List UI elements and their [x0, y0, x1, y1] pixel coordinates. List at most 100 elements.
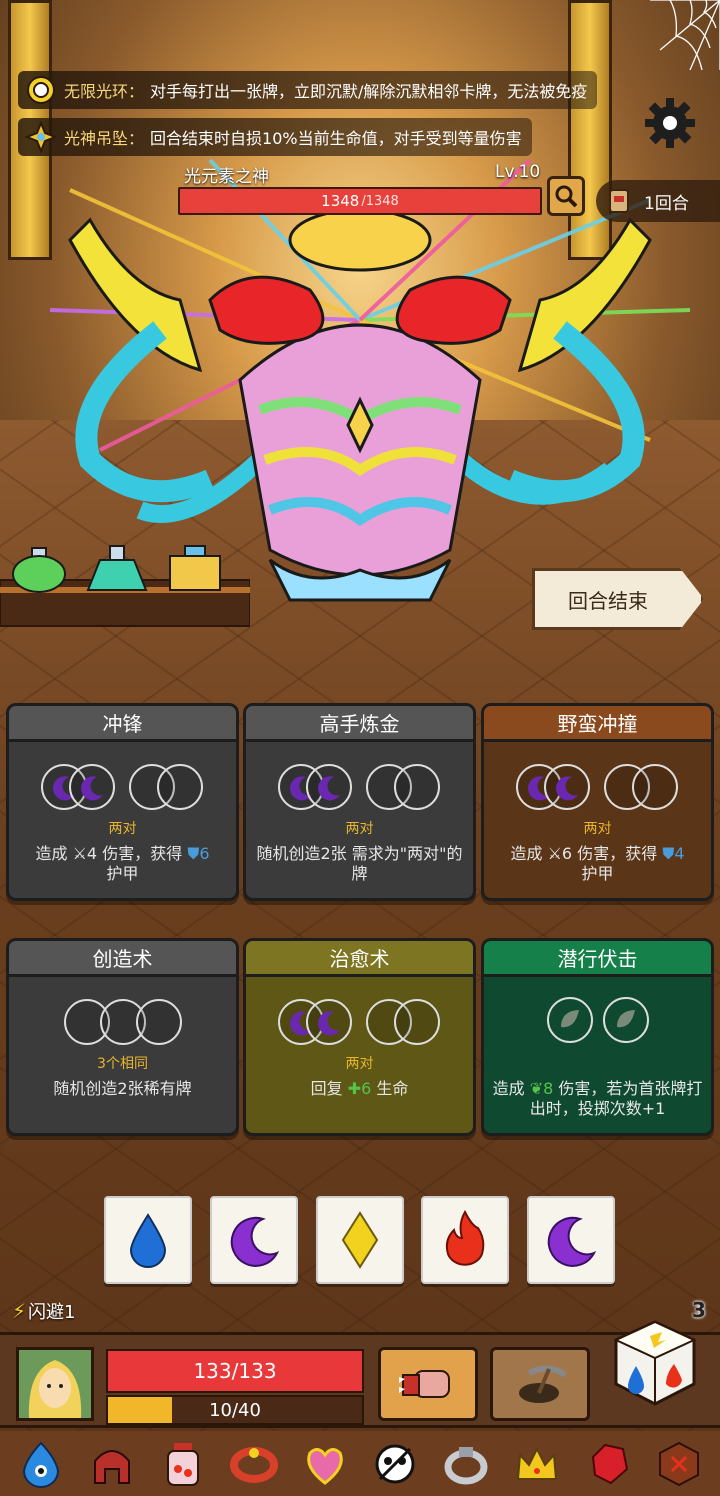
skill-fist-button[interactable]	[378, 1347, 478, 1421]
filled-pair-slot	[515, 762, 592, 812]
buff-description: 回合结束时自损10%当前生命值，对手受到等量伤害	[150, 129, 522, 148]
dodge-label: 闪避1	[28, 1302, 76, 1323]
heart-amulet-icon[interactable]	[297, 1436, 353, 1492]
dice-slots	[9, 997, 236, 1047]
leaf-slot	[602, 997, 649, 1043]
leaf-icon	[616, 1010, 635, 1028]
boss-hp-bar: 1348 /1348	[178, 187, 542, 215]
filled-pair-slot	[277, 762, 354, 812]
card-requirement: 两对	[108, 821, 137, 837]
card-title: 创造术	[9, 941, 236, 977]
empty-pair-slot	[128, 762, 205, 812]
shield-icon: ⛊	[662, 844, 675, 863]
card-title: 潜行伏击	[484, 941, 711, 977]
card-description: 随机创造2张 需求为"两对"的牌	[256, 844, 463, 883]
card-charge[interactable]: 冲锋 两对 造成 ⚔4 伤害，获得 ⛊6 护甲	[6, 703, 239, 901]
diamond-icon	[341, 1211, 379, 1269]
round-counter: 1回合	[596, 180, 720, 222]
card-title: 野蛮冲撞	[484, 706, 711, 742]
card-savage-charge[interactable]: 野蛮冲撞 两对 造成 ⚔6 伤害，获得 ⛊4 护甲	[481, 703, 714, 901]
card-healing[interactable]: 治愈术 两对 回复 ✚6 生命	[243, 938, 476, 1136]
moon-icon	[555, 776, 578, 801]
teal-potion-icon	[86, 545, 148, 591]
empty-pair-slot	[365, 762, 442, 812]
relic-bar	[0, 1431, 720, 1496]
silver-ring-icon[interactable]	[438, 1436, 494, 1492]
card-title: 冲锋	[9, 706, 236, 742]
moon-icon	[317, 1011, 340, 1036]
lightning-icon: ⚡	[12, 1299, 27, 1323]
plus-icon: ✚	[347, 1079, 362, 1098]
card-title: 治愈术	[246, 941, 473, 977]
moon-icon	[547, 1216, 597, 1267]
die-moon[interactable]	[527, 1196, 615, 1284]
magnifier-icon	[555, 185, 578, 208]
card-description: 造成 ❦8 伤害，若为首张牌打出时，投掷次数+1	[492, 1079, 703, 1118]
settings-gear-icon[interactable]	[643, 96, 697, 150]
dice-slots	[9, 762, 236, 812]
dodge-status: ⚡ 闪避1	[12, 1298, 76, 1324]
card-requirement	[484, 1053, 711, 1071]
buff-infinite-halo[interactable]: 无限光环： 对手每打出一张牌，立即沉默/解除沉默相邻卡牌，无法被免疫	[18, 71, 598, 109]
empty-pair-slot	[603, 762, 680, 812]
water-drop-icon	[129, 1213, 167, 1268]
die-moon[interactable]	[210, 1196, 298, 1284]
shield-icon: ⛊	[187, 844, 200, 863]
boss-level: Lv.10	[495, 162, 541, 182]
scroll-icon	[609, 189, 629, 213]
filled-pair-slot	[40, 762, 117, 812]
die-water[interactable]	[104, 1196, 192, 1284]
moon-icon	[317, 776, 340, 801]
die-fire[interactable]	[421, 1196, 509, 1284]
buff-description: 对手每打出一张牌，立即沉默/解除沉默相邻卡牌，无法被免疫	[150, 82, 588, 101]
card-description: 随机创造2张稀有牌	[53, 1079, 192, 1098]
player-xp-text: 10/40	[209, 1399, 261, 1421]
leaf-icon	[560, 1010, 579, 1028]
die-diamond[interactable]	[316, 1196, 404, 1284]
leaf-slot	[546, 997, 593, 1043]
spiked-fist-icon	[399, 1370, 450, 1398]
inspect-boss-button[interactable]	[547, 176, 585, 216]
player-hp-bar: 133/133	[106, 1349, 364, 1393]
boss-name: 光元素之神	[184, 167, 269, 187]
red-helmet-icon[interactable]	[84, 1436, 140, 1492]
buff-name: 无限光环：	[64, 82, 145, 101]
moon-icon	[80, 776, 103, 801]
buff-name: 光神吊坠：	[64, 129, 145, 148]
dice-slots	[246, 997, 473, 1047]
halo-ring-icon	[24, 73, 58, 107]
player-avatar[interactable]	[16, 1347, 94, 1421]
card-master-alchemy[interactable]: 高手炼金 两对 随机创造2张 需求为"两对"的牌	[243, 703, 476, 901]
round-label: 1回合	[644, 193, 689, 214]
card-description: 造成 ⚔6 伤害，获得 ⛊4 护甲	[510, 844, 685, 883]
card-requirement: 两对	[345, 821, 374, 837]
card-description: 造成 ⚔4 伤害，获得 ⛊6 护甲	[35, 844, 210, 883]
red-gem-icon[interactable]	[580, 1436, 636, 1492]
pickaxe-icon	[519, 1365, 567, 1403]
rune-shield-icon[interactable]	[651, 1436, 707, 1492]
card-creation[interactable]: 创造术 3个相同 随机创造2张稀有牌	[6, 938, 239, 1136]
card-requirement: 3个相同	[97, 1056, 148, 1072]
card-description: 回复 ✚6 生命	[310, 1079, 409, 1098]
red-bracelet-icon[interactable]	[226, 1436, 282, 1492]
gold-crown-icon[interactable]	[509, 1436, 565, 1492]
reroll-dice-button[interactable]	[610, 1318, 700, 1408]
skull-emblem-icon[interactable]	[367, 1436, 423, 1492]
buff-light-pendant[interactable]: 光神吊坠： 回合结束时自损10%当前生命值，对手受到等量伤害	[18, 118, 532, 156]
sun-pendant-icon	[24, 120, 58, 154]
dice-slots	[484, 997, 711, 1047]
cobweb-icon	[650, 0, 720, 70]
end-turn-button[interactable]: 回合结束	[532, 568, 704, 630]
blue-flame-spirit-icon[interactable]	[13, 1436, 69, 1492]
fire-icon	[445, 1210, 485, 1266]
potion-jar-icon[interactable]	[155, 1436, 211, 1492]
gold-potion-icon	[169, 545, 221, 591]
moon-icon	[230, 1216, 280, 1267]
player-xp-bar: 10/40	[106, 1395, 364, 1425]
empty-pair-slot	[365, 997, 442, 1047]
card-sneak-attack[interactable]: 潜行伏击 造成 ❦8 伤害，若为首张牌打出时，投掷次数+1	[481, 938, 714, 1136]
dice-slots	[484, 762, 711, 812]
card-requirement: 两对	[345, 1056, 374, 1072]
dice-slots	[246, 762, 473, 812]
skill-dig-button[interactable]	[490, 1347, 590, 1421]
